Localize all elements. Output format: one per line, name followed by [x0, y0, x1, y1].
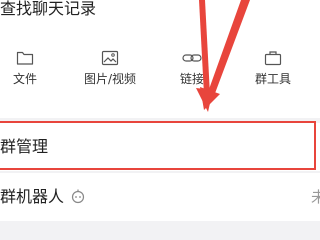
annotation-arrows — [196, 0, 250, 112]
arrow-right-shaft — [208, 0, 250, 96]
arrow-left-shaft — [199, 0, 210, 95]
